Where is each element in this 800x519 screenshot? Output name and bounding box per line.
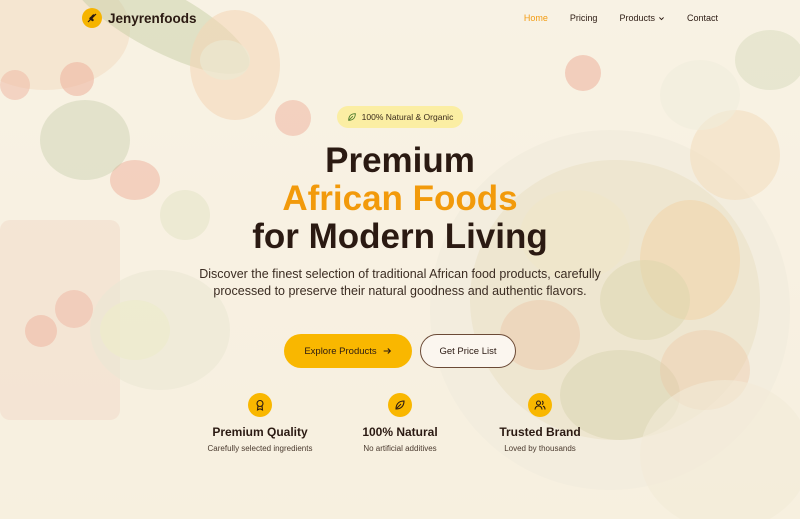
nav-item-home[interactable]: Home (524, 13, 548, 23)
get-price-list-label: Get Price List (439, 345, 497, 357)
brand-name: Jenyrenfoods (108, 10, 197, 26)
hero-title-line3: for Modern Living (252, 217, 548, 256)
feature-title: Trusted Brand (499, 425, 581, 439)
feature-description: No artificial additives (363, 444, 437, 453)
wheat-icon (82, 8, 102, 28)
badge-label: 100% Natural & Organic (361, 112, 454, 122)
nav-menu: Home Pricing Products Contact (524, 13, 718, 23)
natural-badge: 100% Natural & Organic (337, 106, 463, 128)
hero-subtitle: Discover the finest selection of traditi… (199, 267, 601, 298)
nav-item-products[interactable]: Products (619, 13, 665, 23)
explore-products-button[interactable]: Explore Products (284, 334, 412, 368)
leaf-icon (388, 393, 412, 417)
top-navigation: Jenyrenfoods Home Pricing Products Conta… (0, 0, 800, 38)
get-price-list-button[interactable]: Get Price List (420, 334, 516, 368)
nav-item-products-label: Products (619, 13, 655, 23)
leaf-icon (347, 113, 356, 121)
nav-item-contact[interactable]: Contact (687, 13, 718, 23)
feature-natural: 100% Natural No artificial additives (320, 393, 480, 453)
award-icon (248, 393, 272, 417)
nav-item-pricing[interactable]: Pricing (570, 13, 598, 23)
brand-logo[interactable]: Jenyrenfoods (82, 8, 197, 28)
chevron-down-icon (659, 16, 664, 20)
feature-premium-quality: Premium Quality Carefully selected ingre… (180, 393, 340, 453)
hero-title-line1: Premium (325, 141, 475, 180)
arrow-right-icon (383, 348, 391, 354)
feature-description: Loved by thousands (504, 444, 576, 453)
feature-trusted-brand: Trusted Brand Loved by thousands (460, 393, 620, 453)
feature-title: Premium Quality (212, 425, 308, 439)
explore-products-label: Explore Products (304, 345, 377, 357)
feature-description: Carefully selected ingredients (207, 444, 313, 453)
hero-title-line2: African Foods (282, 179, 518, 218)
users-icon (528, 393, 552, 417)
feature-title: 100% Natural (362, 425, 438, 439)
